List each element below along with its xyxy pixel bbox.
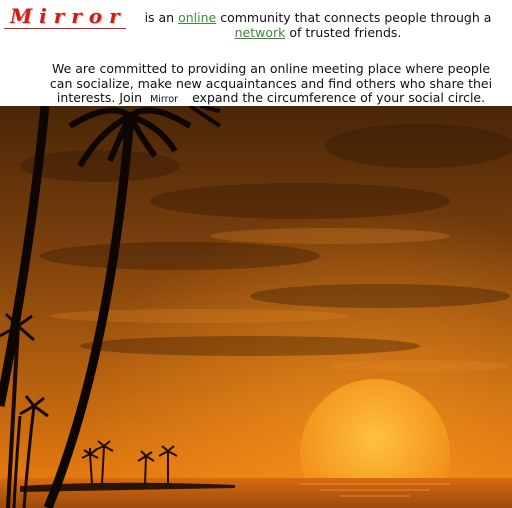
mission-line-2: can socialize, make new acquaintances an…	[49, 75, 493, 91]
intro-text: is an online community that connects peo…	[144, 10, 492, 40]
site-logo[interactable]: Mirror	[4, 5, 126, 29]
sunset-background-image	[0, 106, 512, 508]
online-link[interactable]: online	[178, 10, 216, 25]
site-header: Mirror is an online community that conne…	[0, 0, 512, 106]
network-link[interactable]: network	[235, 25, 286, 40]
mission-line-1: We are committed to providing an online …	[51, 62, 491, 76]
mission-text: We are committed to providing an online …	[36, 62, 506, 108]
